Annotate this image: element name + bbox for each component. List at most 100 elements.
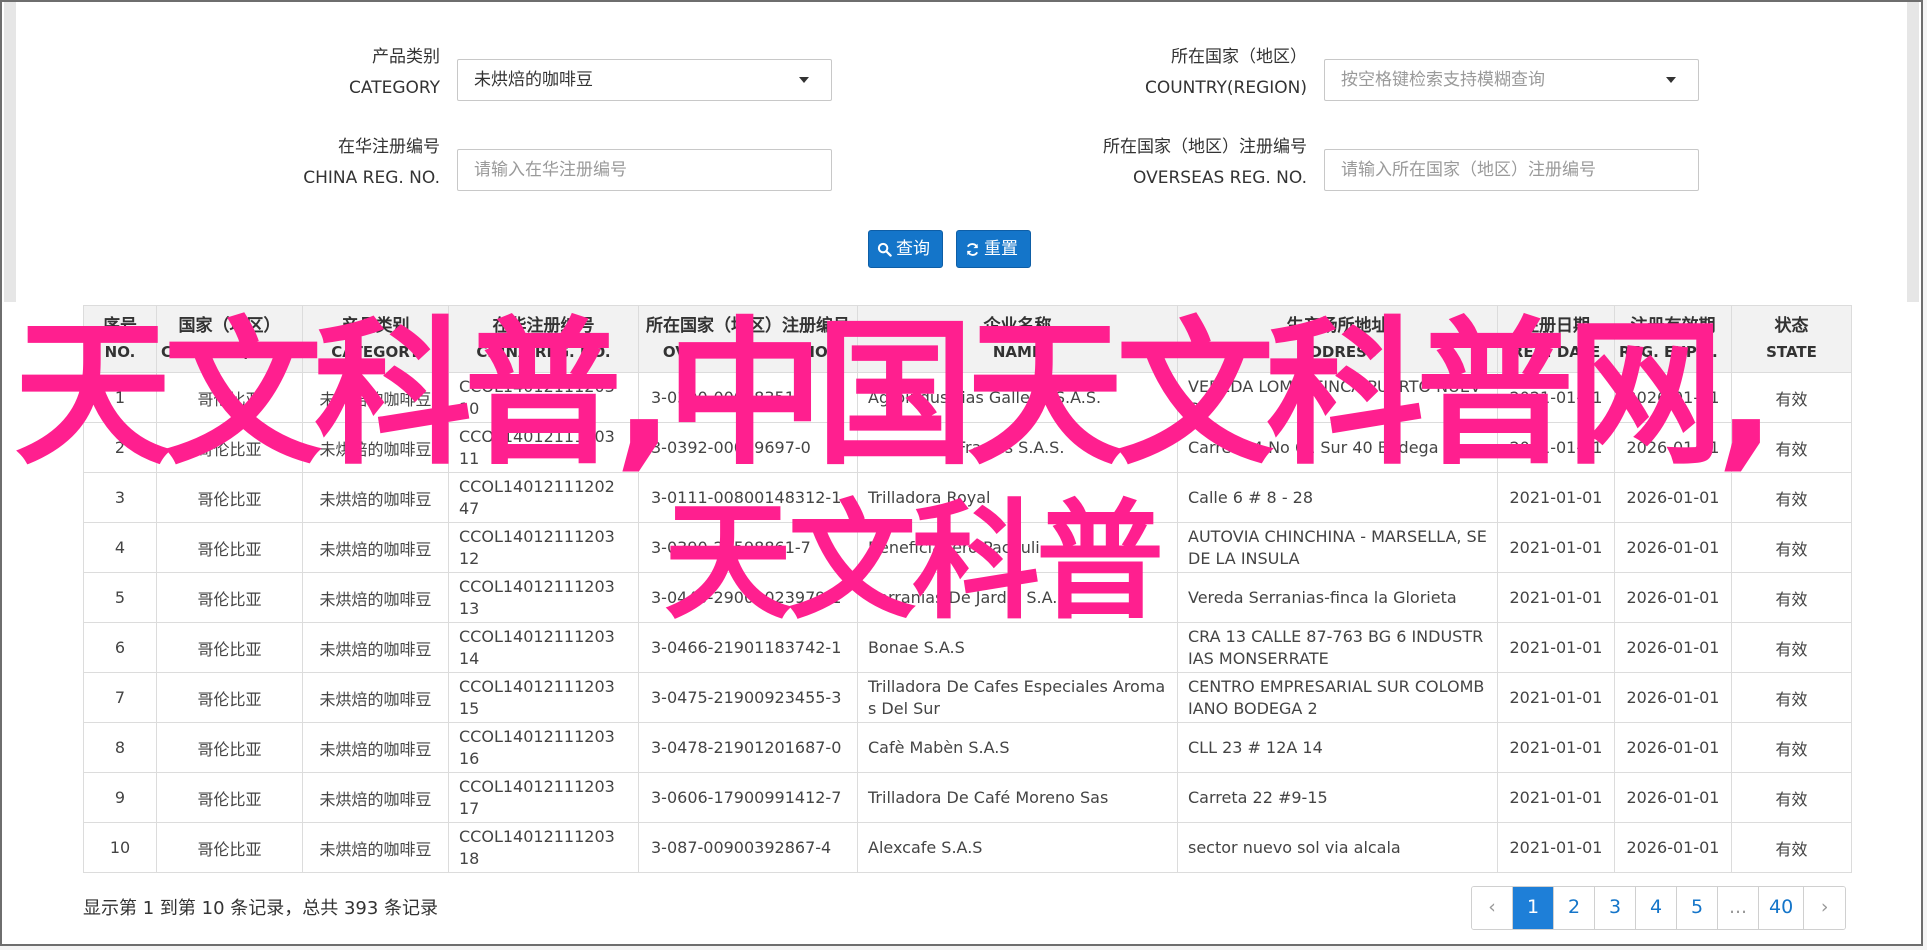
overseas-reg-input[interactable]: 请输入所在国家（地区）注册编号 [1324, 149, 1699, 191]
expire-date-cell: 2026-01-01 [1614, 522, 1732, 573]
expire-date-cell: 2026-01-01 [1614, 572, 1732, 623]
column-header: 生产场所地址 ADDRESS [1177, 305, 1498, 373]
reg-date-cell: 2021-01-01 [1497, 622, 1615, 673]
country-cell: 哥伦比亚 [156, 722, 303, 773]
reset-button[interactable]: 重置 [956, 230, 1031, 268]
row-number: 10 [83, 822, 157, 873]
column-header-cn: 所在国家（地区）注册编号 [646, 316, 850, 336]
row-number: 7 [83, 672, 157, 723]
table-row[interactable]: 9 哥伦比亚 未烘焙的咖啡豆 CCOL14012111203 17 3-0606-179… [83, 772, 1852, 823]
status-cell: 有效 [1731, 822, 1852, 873]
status-cell: 有效 [1731, 772, 1852, 823]
china-reg-cell: CCOL14012111202 47 [448, 472, 639, 523]
right-scrollbar[interactable] [1907, 2, 1919, 302]
category-select[interactable]: 未烘焙的咖啡豆 [457, 59, 832, 101]
column-header: 国家（地区） COUNTRY(REGIO... [156, 305, 303, 373]
status-cell: 有效 [1731, 472, 1852, 523]
china-reg-input[interactable]: 请输入在华注册编号 [457, 149, 832, 191]
expire-date-cell: 2026-01-01 [1614, 472, 1732, 523]
chevron-down-icon [799, 77, 809, 83]
overseas-reg-cell: 3-0390-20598861-7 [638, 522, 858, 573]
china-reg-cell: CCOL14012111203 16 [448, 722, 639, 773]
overseas-reg-label: 所在国家（地区）注册编号 OVERSEAS REG. NO. [1002, 132, 1307, 194]
chevron-down-icon [1666, 77, 1676, 83]
overseas-reg-cell: 3-0606-17900991412-7 [638, 772, 858, 823]
country-select[interactable]: 按空格键检索支持模糊查询 [1324, 59, 1699, 101]
reset-button-label: 重置 [984, 239, 1018, 259]
reg-date-cell: 2021-01-01 [1497, 572, 1615, 623]
reg-date-cell: 2021-01-01 [1497, 422, 1615, 473]
status-cell: 有效 [1731, 572, 1852, 623]
column-header-en: STATE [1766, 343, 1817, 361]
company-name-cell: Trilladora Royal [857, 472, 1178, 523]
table-row[interactable]: 5 哥伦比亚 未烘焙的咖啡豆 CCOL14012111203 13 3-0440-290… [83, 572, 1852, 623]
china-reg-cell: CCOL14012111203 17 [448, 772, 639, 823]
table-row[interactable]: 6 哥伦比亚 未烘焙的咖啡豆 CCOL14012111203 14 3-0466-219… [83, 622, 1852, 673]
reg-date-cell: 2021-01-01 [1497, 722, 1615, 773]
table-row[interactable]: 8 哥伦比亚 未烘焙的咖啡豆 CCOL14012111203 16 3-0478-219… [83, 722, 1852, 773]
country-cell: 哥伦比亚 [156, 422, 303, 473]
table-row[interactable]: 7 哥伦比亚 未烘焙的咖啡豆 CCOL14012111203 15 3-0475-219… [83, 672, 1852, 723]
table-row[interactable]: 10 哥伦比亚 未烘焙的咖啡豆 CCOL14012111203 18 3-087-009… [83, 822, 1852, 873]
overseas-reg-cell: 3-0111-00800148312-1 [638, 472, 858, 523]
china-reg-label-cn: 在华注册编号 [338, 137, 440, 157]
page-button[interactable]: 1 [1513, 887, 1554, 929]
column-header-cn: 注册日期 [1522, 316, 1590, 336]
results-table: 序号 NO. 国家（地区） COUNTRY(REGIO... 产品类别 CATEGORY 在… [83, 305, 1852, 873]
address-cell: AUTOVIA CHINCHINA - MARSELLA, SEDE LA IN… [1177, 522, 1498, 573]
prev-page-button[interactable]: ‹ [1472, 887, 1513, 929]
table-row[interactable]: 2 哥伦比亚 未烘焙的咖啡豆 CCOL14012111203 11 3-0392-000… [83, 422, 1852, 473]
status-cell: 有效 [1731, 622, 1852, 673]
reg-date-cell: 2021-01-01 [1497, 672, 1615, 723]
category-cell: 未烘焙的咖啡豆 [302, 672, 449, 723]
reg-date-cell: 2021-01-01 [1497, 472, 1615, 523]
column-header-en: REG. DATE [1511, 343, 1601, 361]
status-cell: 有效 [1731, 722, 1852, 773]
category-cell: 未烘焙的咖啡豆 [302, 572, 449, 623]
expire-date-cell: 2026-01-01 [1614, 372, 1732, 423]
next-page-button[interactable]: › [1804, 887, 1846, 929]
overseas-reg-cell: 3-0390-00048351 [638, 372, 858, 423]
row-number: 5 [83, 572, 157, 623]
table-row[interactable]: 1 哥伦比亚 未烘焙的咖啡豆 CCOL14012111203 10 3-0390-000… [83, 372, 1852, 423]
expire-date-cell: 2026-01-01 [1614, 822, 1732, 873]
column-header-en: REG. EXPIRE ... [1619, 343, 1727, 361]
search-button[interactable]: 查询 [868, 230, 943, 268]
column-header-en: COUNTRY(REGIO... [161, 343, 298, 361]
category-cell: 未烘焙的咖啡豆 [302, 472, 449, 523]
row-number: 4 [83, 522, 157, 573]
left-scrollbar[interactable] [4, 2, 16, 302]
column-header: 企业名称 NAME [857, 305, 1178, 373]
row-number: 9 [83, 772, 157, 823]
table-header-row: 序号 NO. 国家（地区） COUNTRY(REGIO... 产品类别 CATEGORY 在… [83, 305, 1852, 373]
column-header-cn: 国家（地区） [178, 316, 281, 336]
overseas-reg-cell: 3-0440-29001023979-1 [638, 572, 858, 623]
page-button[interactable]: 4 [1636, 887, 1677, 929]
company-name-cell: Trilladora De Café Moreno Sas [857, 772, 1178, 823]
column-header-cn: 产品类别 [341, 316, 410, 336]
overseas-reg-cell: 3-087-00900392867-4 [638, 822, 858, 873]
page-button[interactable]: 5 [1677, 887, 1718, 929]
page-button[interactable]: 3 [1595, 887, 1636, 929]
column-header-cn: 企业名称 [983, 316, 1052, 336]
table-row[interactable]: 3 哥伦比亚 未烘焙的咖啡豆 CCOL14012111202 47 3-0111-008… [83, 472, 1852, 523]
column-header-cn: 注册有效期 [1630, 316, 1716, 336]
page-button[interactable]: 2 [1554, 887, 1595, 929]
page-button[interactable]: 40 [1759, 887, 1805, 929]
reg-date-cell: 2021-01-01 [1497, 372, 1615, 423]
country-cell: 哥伦比亚 [156, 522, 303, 573]
category-cell: 未烘焙的咖啡豆 [302, 822, 449, 873]
refresh-icon [966, 242, 979, 256]
reg-date-cell: 2021-01-01 [1497, 772, 1615, 823]
china-reg-label-en: CHINA REG. NO. [303, 168, 440, 188]
company-name-cell: Trilladora De Cafes Especiales Aromas De… [857, 672, 1178, 723]
column-header: 注册有效期 REG. EXPIRE ... [1614, 305, 1732, 373]
table-row[interactable]: 4 哥伦比亚 未烘焙的咖啡豆 CCOL14012111203 12 3-0390-205… [83, 522, 1852, 573]
address-cell: CENTRO EMPRESARIAL SUR COLOMBIANO BODEGA… [1177, 672, 1498, 723]
country-cell: 哥伦比亚 [156, 772, 303, 823]
company-name-cell: Bonae S.A.S [857, 622, 1178, 673]
china-reg-cell: CCOL14012111203 15 [448, 672, 639, 723]
category-cell: 未烘焙的咖啡豆 [302, 722, 449, 773]
category-cell: 未烘焙的咖啡豆 [302, 522, 449, 573]
company-name-cell: Agroindustrias Gallego S.A.S. [857, 372, 1178, 423]
